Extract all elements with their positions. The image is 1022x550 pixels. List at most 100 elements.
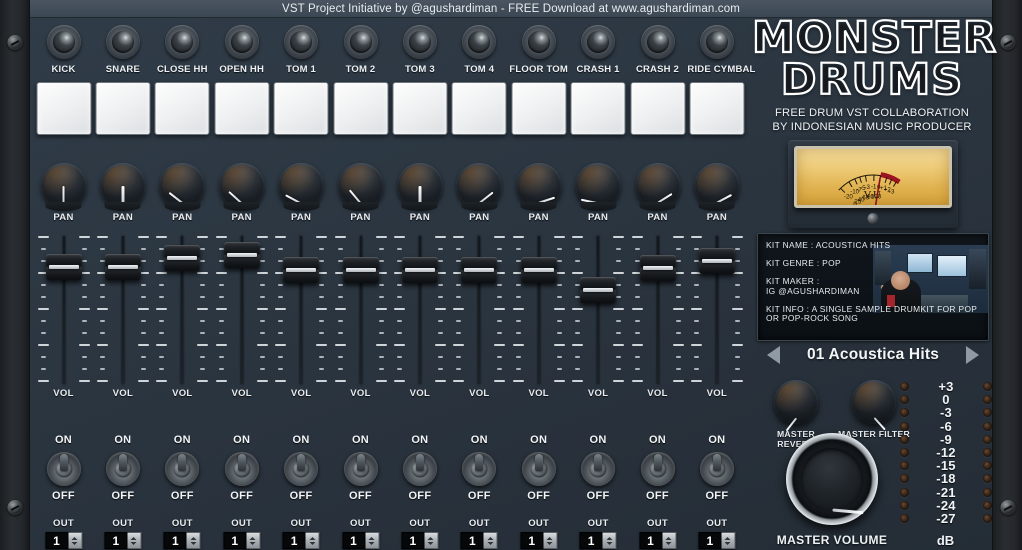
channel-pad-button[interactable] [511,82,566,135]
output-value[interactable]: 1 [520,532,543,549]
output-value[interactable]: 1 [283,532,306,549]
output-spinner-icon[interactable] [306,532,320,549]
channel-pad-button[interactable] [689,82,744,135]
output-value[interactable]: 1 [461,532,484,549]
volume-fader[interactable] [97,232,149,384]
output-stepper[interactable]: 1 [164,532,201,549]
channel-on-off-toggle[interactable] [581,452,615,486]
channel-tune-knob[interactable] [47,25,81,59]
output-spinner-icon[interactable] [365,532,379,549]
channel-tune-knob[interactable] [165,25,199,59]
channel-tune-knob[interactable] [344,25,378,59]
master-volume-control[interactable]: MASTER VOLUME [772,433,892,547]
volume-fader[interactable] [156,232,208,384]
output-value[interactable]: 1 [401,532,424,549]
output-stepper[interactable]: 1 [580,532,617,549]
channel-pad-button[interactable] [36,82,91,135]
volume-fader[interactable] [513,232,565,384]
output-spinner-icon[interactable] [484,532,498,549]
output-stepper[interactable]: 1 [401,532,438,549]
output-spinner-icon[interactable] [721,532,735,549]
channel-on-off-toggle[interactable] [641,452,675,486]
volume-fader[interactable] [453,232,505,384]
channel-on-off-toggle[interactable] [284,452,318,486]
volume-fader[interactable] [216,232,268,384]
output-stepper[interactable]: 1 [342,532,379,549]
channel-on-off-toggle[interactable] [165,452,199,486]
channel-pad-button[interactable] [155,82,210,135]
volume-fader[interactable] [275,232,327,384]
channel-pad-button[interactable] [630,82,685,135]
channel-on-off-toggle[interactable] [403,452,437,486]
output-spinner-icon[interactable] [187,532,201,549]
master-volume-knob[interactable] [786,433,878,525]
volume-fader[interactable] [691,232,743,384]
preset-name[interactable]: 01 Acoustica Hits [780,346,966,364]
output-spinner-icon[interactable] [662,532,676,549]
output-value[interactable]: 1 [698,532,721,549]
channel-tune-knob[interactable] [522,25,556,59]
pan-control[interactable] [457,163,502,208]
pan-control[interactable] [635,163,680,208]
output-value[interactable]: 1 [342,532,365,549]
channel-on-off-toggle[interactable] [462,452,496,486]
output-value[interactable]: 1 [164,532,187,549]
pan-control[interactable] [338,163,383,208]
channel-tune-knob[interactable] [581,25,615,59]
output-stepper[interactable]: 1 [639,532,676,549]
channel-on-off-toggle[interactable] [700,452,734,486]
channel-tune-knob[interactable] [700,25,734,59]
master-filter-knob[interactable] [852,380,896,424]
channel-tune-knob[interactable] [284,25,318,59]
output-value[interactable]: 1 [223,532,246,549]
output-spinner-icon[interactable] [68,532,82,549]
channel-pad-button[interactable] [571,82,626,135]
channel-tune-knob[interactable] [106,25,140,59]
output-stepper[interactable]: 1 [104,532,141,549]
master-reverb-knob[interactable] [774,380,818,424]
output-stepper[interactable]: 1 [283,532,320,549]
channel-tune-knob[interactable] [462,25,496,59]
channel-tune-knob[interactable] [641,25,675,59]
volume-fader[interactable] [572,232,624,384]
pan-control[interactable] [397,163,442,208]
channel-tune-knob[interactable] [225,25,259,59]
output-stepper[interactable]: 1 [520,532,557,549]
channel-pad-button[interactable] [274,82,329,135]
pan-control[interactable] [160,163,205,208]
output-spinner-icon[interactable] [603,532,617,549]
pan-control[interactable] [576,163,621,208]
pan-control[interactable] [100,163,145,208]
channel-on-off-toggle[interactable] [344,452,378,486]
output-spinner-icon[interactable] [246,532,260,549]
channel-pad-button[interactable] [452,82,507,135]
channel-on-off-toggle[interactable] [106,452,140,486]
channel-on-off-toggle[interactable] [47,452,81,486]
volume-fader[interactable] [335,232,387,384]
channel-on-off-toggle[interactable] [225,452,259,486]
output-stepper[interactable]: 1 [698,532,735,549]
caret-right-icon[interactable] [966,346,979,364]
output-value[interactable]: 1 [580,532,603,549]
channel-on-off-toggle[interactable] [522,452,556,486]
output-stepper[interactable]: 1 [45,532,82,549]
pan-control[interactable] [279,163,324,208]
volume-fader[interactable] [394,232,446,384]
output-spinner-icon[interactable] [127,532,141,549]
pan-control[interactable] [219,163,264,208]
pan-control[interactable] [694,163,739,208]
channel-tune-knob[interactable] [403,25,437,59]
channel-pad-button[interactable] [95,82,150,135]
output-value[interactable]: 1 [104,532,127,549]
channel-pad-button[interactable] [214,82,269,135]
output-value[interactable]: 1 [45,532,68,549]
output-value[interactable]: 1 [639,532,662,549]
output-stepper[interactable]: 1 [461,532,498,549]
output-spinner-icon[interactable] [543,532,557,549]
volume-fader[interactable] [632,232,684,384]
volume-fader[interactable] [38,232,90,384]
channel-pad-button[interactable] [392,82,447,135]
output-stepper[interactable]: 1 [223,532,260,549]
channel-pad-button[interactable] [333,82,388,135]
pan-control[interactable] [41,163,86,208]
